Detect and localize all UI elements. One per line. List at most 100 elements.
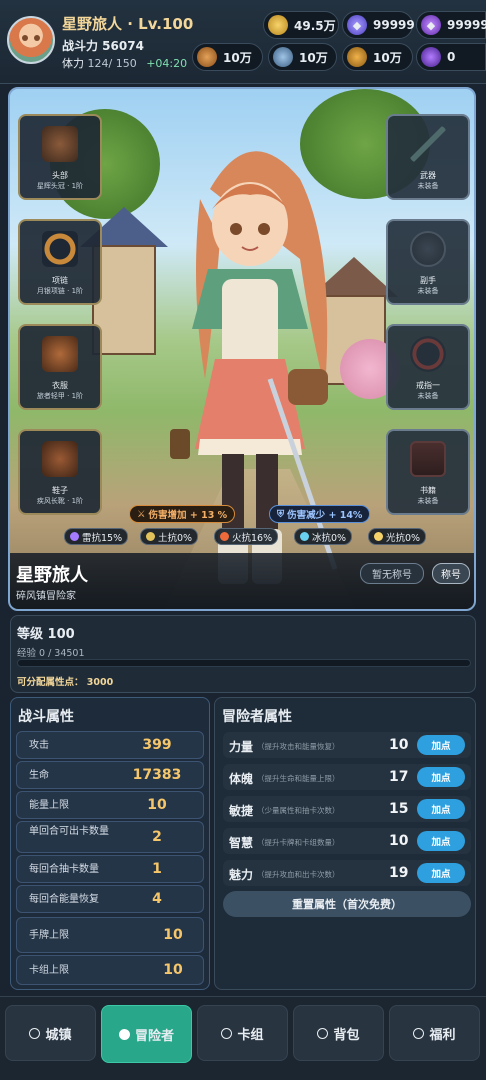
reset-attributes-button[interactable]: 重置属性（首次免费） bbox=[223, 891, 471, 917]
fire-icon bbox=[220, 532, 229, 541]
attr-name: 力量 bbox=[229, 740, 254, 754]
attr-row-agility: 敏捷 （少量属性和抽卡次数） 15 加点 bbox=[223, 796, 471, 822]
currency-value: 99999 bbox=[373, 18, 415, 32]
add-point-button[interactable]: 加点 bbox=[417, 735, 465, 755]
attr-value: 15 bbox=[389, 801, 409, 817]
stat-row: 能量上限 10 bbox=[16, 791, 204, 819]
thunder-icon bbox=[70, 532, 79, 541]
no-title-button[interactable]: 暂无称号 bbox=[360, 563, 424, 584]
stat-label: 生命 bbox=[29, 770, 49, 781]
title-button[interactable]: 称号 bbox=[432, 563, 470, 584]
badge-text: 伤害减少 + 14% bbox=[287, 510, 363, 521]
slot-name: 项链 bbox=[52, 276, 68, 285]
currency-violet[interactable]: 0 bbox=[416, 43, 486, 71]
stat-row: 每回合抽卡数量 1 bbox=[16, 855, 204, 883]
gold-coin-icon bbox=[268, 15, 288, 35]
earth-icon bbox=[146, 532, 155, 541]
boots-icon bbox=[42, 441, 78, 477]
stat-row: 生命 17383 bbox=[16, 761, 204, 789]
slot-item: 疾风长靴 · 1阶 bbox=[36, 497, 84, 505]
attr-desc: （提升生命和能量上限） bbox=[257, 774, 340, 783]
purple-gem-icon: ◆ bbox=[421, 15, 441, 35]
stat-row: 每回合能量恢复 4 bbox=[16, 885, 204, 913]
amber-token-icon bbox=[347, 47, 367, 67]
attr-value: 10 bbox=[389, 833, 409, 849]
resist-text: 火抗16% bbox=[232, 532, 273, 544]
slot-item: 未装备 bbox=[417, 287, 439, 295]
attr-desc: （提升攻击和能量恢复） bbox=[257, 742, 340, 751]
slot-item: 月银项链 · 1阶 bbox=[36, 287, 84, 295]
radio-icon bbox=[221, 1027, 233, 1039]
stamina-value: 124/ 150 bbox=[87, 57, 137, 70]
resist-fire: 火抗16% bbox=[214, 528, 279, 545]
tab-welfare[interactable]: 福利 bbox=[389, 1005, 480, 1061]
radio-icon bbox=[413, 1027, 425, 1039]
equip-slot-boots[interactable]: 鞋子 疾风长靴 · 1阶 bbox=[18, 429, 102, 515]
tab-town[interactable]: 城镇 bbox=[5, 1005, 96, 1061]
tab-backpack[interactable]: 背包 bbox=[293, 1005, 384, 1061]
stat-label: 能量上限 bbox=[29, 800, 69, 811]
blue-gem-icon: ◆ bbox=[347, 15, 367, 35]
equip-slot-weapon[interactable]: 武器 未装备 bbox=[386, 114, 470, 200]
add-point-button[interactable]: 加点 bbox=[417, 767, 465, 787]
attr-row-physique: 体魄 （提升生命和能量上限） 17 加点 bbox=[223, 764, 471, 790]
equip-slot-ring[interactable]: 戒指一 未装备 bbox=[386, 324, 470, 410]
necklace-icon bbox=[42, 231, 78, 267]
currency-purple-gem[interactable]: ◆ 99999 bbox=[416, 11, 486, 39]
stat-row: 手牌上限 10 bbox=[16, 917, 204, 953]
attr-name: 智慧 bbox=[229, 836, 254, 850]
tab-label: 冒险者 bbox=[134, 1028, 174, 1044]
currency-blue-gem[interactable]: ◆ 99999 bbox=[342, 11, 415, 39]
attr-row-charm: 魅力 （提升攻血和出卡次数） 19 加点 bbox=[223, 860, 471, 886]
ring-icon bbox=[410, 336, 446, 372]
slot-name: 衣服 bbox=[52, 381, 68, 390]
damage-reduction-badge: ⛨ 伤害减少 + 14% bbox=[269, 505, 371, 523]
attr-desc: （提升攻血和出卡次数） bbox=[257, 870, 340, 879]
stat-value: 10 bbox=[147, 797, 167, 813]
attr-row-wisdom: 智慧 （提升卡牌和卡组数量） 10 加点 bbox=[223, 828, 471, 854]
tab-label: 城镇 bbox=[45, 1027, 72, 1043]
ice-icon bbox=[300, 532, 309, 541]
currency-value: 0 bbox=[447, 50, 456, 64]
silver-token-icon bbox=[273, 47, 293, 67]
equip-slot-armor[interactable]: 衣服 旅者轻甲 · 1阶 bbox=[18, 324, 102, 410]
add-point-button[interactable]: 加点 bbox=[417, 831, 465, 851]
currency-gold[interactable]: 49.5万 bbox=[263, 11, 339, 39]
stamina-label: 体力 bbox=[62, 57, 84, 70]
equip-slot-necklace[interactable]: 项链 月银项链 · 1阶 bbox=[18, 219, 102, 305]
add-point-button[interactable]: 加点 bbox=[417, 799, 465, 819]
resist-text: 雷抗15% bbox=[82, 532, 123, 544]
player-name-level: 星野旅人 · Lv.100 bbox=[62, 15, 194, 33]
player-avatar[interactable] bbox=[7, 16, 55, 64]
equip-slot-offhand[interactable]: 副手 未装备 bbox=[386, 219, 470, 305]
stat-label: 每回合能量恢复 bbox=[29, 894, 99, 905]
slot-name: 鞋子 bbox=[52, 486, 68, 495]
light-icon bbox=[374, 532, 383, 541]
attr-value: 17 bbox=[389, 769, 409, 785]
currency-amber[interactable]: 10万 bbox=[342, 43, 413, 71]
stat-row: 攻击 399 bbox=[16, 731, 204, 759]
equip-slot-book[interactable]: 书籍 未装备 bbox=[386, 429, 470, 515]
stat-value: 1 bbox=[152, 861, 162, 877]
add-point-button[interactable]: 加点 bbox=[417, 863, 465, 883]
attr-desc: （提升卡牌和卡组数量） bbox=[257, 838, 340, 847]
tab-deck[interactable]: 卡组 bbox=[197, 1005, 288, 1061]
attr-value: 19 bbox=[389, 865, 409, 881]
resist-thunder: 雷抗15% bbox=[64, 528, 129, 545]
book-icon bbox=[410, 441, 446, 477]
slot-item: 未装备 bbox=[417, 497, 439, 505]
sword-icon bbox=[410, 126, 446, 162]
currency-bronze[interactable]: 10万 bbox=[192, 43, 263, 71]
slot-name: 书籍 bbox=[420, 486, 436, 495]
tab-label: 卡组 bbox=[237, 1027, 264, 1043]
violet-orb-icon bbox=[421, 47, 441, 67]
resist-earth: 土抗0% bbox=[140, 528, 199, 545]
attr-desc: （少量属性和抽卡次数） bbox=[257, 806, 340, 815]
hero-name: 星野旅人 bbox=[16, 565, 88, 586]
equip-slot-head[interactable]: 头部 星辉头冠 · 1阶 bbox=[18, 114, 102, 200]
currency-silver[interactable]: 10万 bbox=[268, 43, 337, 71]
tab-adventurer[interactable]: 冒险者 bbox=[101, 1005, 192, 1063]
stat-label: 手牌上限 bbox=[29, 930, 69, 941]
damage-increase-badge: ⚔ 伤害增加 + 13 % bbox=[129, 505, 236, 523]
badge-text: 伤害增加 + 13 % bbox=[148, 510, 228, 521]
